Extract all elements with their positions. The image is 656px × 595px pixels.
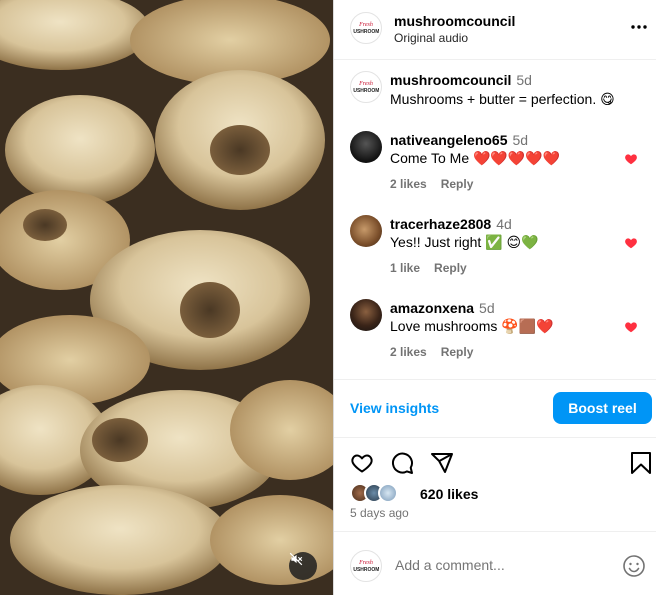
post-detail-pane: Fresh MUSHROOMS mushroomcouncil Original… bbox=[334, 0, 656, 595]
comment-time: 5d bbox=[512, 132, 529, 148]
comment-avatar[interactable] bbox=[350, 131, 382, 163]
comment-likes[interactable]: 1 like bbox=[390, 261, 420, 275]
comment-text: Love mushrooms 🍄🟫❤️ bbox=[390, 318, 554, 334]
svg-text:MUSHROOMS: MUSHROOMS bbox=[353, 567, 379, 573]
reply-button[interactable]: Reply bbox=[441, 177, 474, 191]
comment-header: amazonxena 5d bbox=[390, 300, 495, 318]
comment-avatar[interactable] bbox=[350, 299, 382, 331]
brand-logo: Fresh MUSHROOMS bbox=[353, 560, 379, 573]
emoji-picker-button[interactable] bbox=[622, 554, 646, 578]
brand-logo: Fresh MUSHROOMS bbox=[353, 22, 379, 35]
comment-header: tracerhaze2808 4d bbox=[390, 216, 512, 234]
comment-button[interactable] bbox=[390, 451, 414, 475]
reel-video[interactable] bbox=[0, 0, 333, 595]
current-user-avatar: Fresh MUSHROOMS bbox=[350, 550, 382, 582]
svg-text:Fresh: Fresh bbox=[358, 560, 373, 566]
comment-header: nativeangeleno65 5d bbox=[390, 132, 528, 150]
comment-meta: 2 likes Reply bbox=[390, 177, 487, 191]
post-date: 5 days ago bbox=[350, 506, 409, 520]
comment-time: 5d bbox=[479, 300, 495, 316]
comment-avatar[interactable] bbox=[350, 215, 382, 247]
comment-likes[interactable]: 2 likes bbox=[390, 345, 427, 359]
view-insights-link[interactable]: View insights bbox=[350, 400, 439, 416]
mushroom-image bbox=[0, 0, 333, 595]
more-icon bbox=[631, 25, 647, 29]
input-divider bbox=[334, 531, 656, 532]
comment-likes[interactable]: 2 likes bbox=[390, 177, 427, 191]
like-button[interactable] bbox=[350, 451, 374, 475]
bookmark-icon bbox=[631, 452, 651, 474]
comment-username[interactable]: tracerhaze2808 bbox=[390, 216, 491, 232]
comment-meta: 1 like Reply bbox=[390, 261, 481, 275]
comment-icon bbox=[391, 452, 413, 474]
liked-heart-icon[interactable] bbox=[624, 152, 638, 166]
mute-icon bbox=[289, 552, 303, 566]
liked-heart-icon[interactable] bbox=[624, 236, 638, 250]
more-options-button[interactable] bbox=[630, 18, 648, 36]
svg-text:MUSHROOMS: MUSHROOMS bbox=[353, 29, 379, 35]
caption-text: Mushrooms + butter = perfection. 😋 bbox=[390, 91, 615, 107]
heart-icon bbox=[351, 454, 373, 473]
comment-meta: 2 likes Reply bbox=[390, 345, 487, 359]
caption-avatar[interactable]: Fresh MUSHROOMS bbox=[350, 71, 382, 103]
reply-button[interactable]: Reply bbox=[434, 261, 467, 275]
share-button[interactable] bbox=[430, 451, 454, 475]
share-icon bbox=[431, 453, 453, 473]
audio-label[interactable]: Original audio bbox=[394, 31, 468, 45]
comment-username[interactable]: amazonxena bbox=[390, 300, 474, 316]
author-avatar[interactable]: Fresh MUSHROOMS bbox=[350, 12, 382, 44]
header-divider bbox=[334, 59, 656, 60]
save-button[interactable] bbox=[630, 451, 654, 475]
svg-text:MUSHROOMS: MUSHROOMS bbox=[353, 88, 379, 94]
comment-text: Come To Me ❤️❤️❤️❤️❤️ bbox=[390, 150, 561, 166]
comment-text: Yes!! Just right ✅ 😊💚 bbox=[390, 234, 539, 250]
comment-username[interactable]: nativeangeleno65 bbox=[390, 132, 508, 148]
caption-header: mushroomcouncil 5d bbox=[390, 72, 532, 90]
mute-button[interactable] bbox=[289, 552, 317, 580]
brand-logo: Fresh MUSHROOMS bbox=[353, 81, 379, 94]
reply-button[interactable]: Reply bbox=[441, 345, 474, 359]
likes-count[interactable]: 620 likes bbox=[420, 486, 478, 502]
liker-avatar bbox=[378, 483, 398, 503]
add-comment-input[interactable] bbox=[395, 557, 595, 573]
comments-divider bbox=[334, 379, 656, 380]
svg-text:Fresh: Fresh bbox=[358, 81, 373, 87]
actions-divider bbox=[334, 437, 656, 438]
caption-time: 5d bbox=[516, 72, 532, 88]
header-username[interactable]: mushroomcouncil bbox=[394, 13, 515, 29]
boost-reel-button[interactable]: Boost reel bbox=[553, 392, 652, 424]
caption-username[interactable]: mushroomcouncil bbox=[390, 72, 511, 88]
liked-heart-icon[interactable] bbox=[624, 320, 638, 334]
comment-time: 4d bbox=[496, 216, 512, 232]
svg-text:Fresh: Fresh bbox=[358, 22, 373, 28]
emoji-icon bbox=[623, 555, 645, 577]
